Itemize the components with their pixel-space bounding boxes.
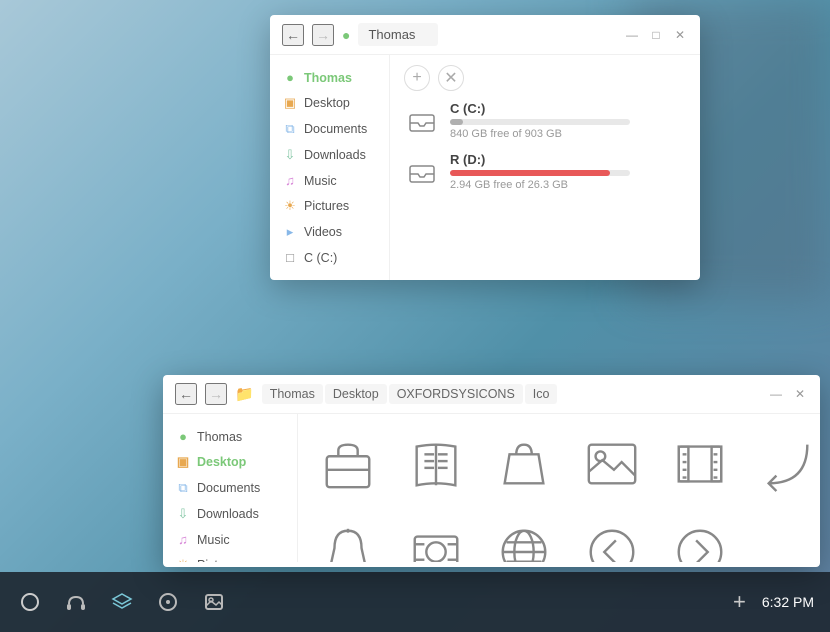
location-icon: ● <box>342 27 350 43</box>
drive-r-name: R (D:) <box>450 152 686 167</box>
window-controls-top: — □ ✕ <box>624 27 688 43</box>
icon-cell-book[interactable] <box>396 424 476 504</box>
documents-icon-b: ⧉ <box>175 480 191 496</box>
videos-icon: ▸ <box>282 224 298 240</box>
file-manager-window-bottom: ← → 📁 Thomas Desktop OXFORDSYSICONS Ico … <box>163 375 820 567</box>
pictures-icon: ☀ <box>282 198 298 214</box>
desktop-icon-b: ▣ <box>175 454 191 470</box>
maximize-control-top[interactable]: □ <box>648 27 664 43</box>
sidebar-item-thomas-top[interactable]: ● Thomas <box>270 65 389 90</box>
icon-cell-landscape[interactable] <box>572 424 652 504</box>
icon-cell-arrow-curve[interactable] <box>748 424 820 504</box>
drive-r-free: 2.94 GB free of 26.3 GB <box>450 179 686 191</box>
drive-c-free: 840 GB free of 903 GB <box>450 128 686 140</box>
drive-r-bar-bg <box>450 170 630 176</box>
window-controls-bottom: — ✕ <box>768 386 808 402</box>
titlebar-top: ← → ● Thomas — □ ✕ <box>270 15 700 55</box>
sidebar-item-pictures-top[interactable]: ☀ Pictures <box>270 193 389 219</box>
drive-icon: □ <box>282 250 298 265</box>
forward-button-b[interactable]: → <box>205 383 227 405</box>
sidebar-item-desktop-bottom[interactable]: ▣ Desktop <box>163 449 297 475</box>
drive-c-item[interactable]: C (C:) 840 GB free of 903 GB <box>404 101 686 140</box>
close-action-button[interactable]: ✕ <box>438 65 464 91</box>
icon-cell-filmstrip[interactable] <box>660 424 740 504</box>
music-icon: ♫ <box>282 173 298 188</box>
drive-r-info: R (D:) 2.94 GB free of 26.3 GB <box>450 152 686 191</box>
icon-cell-placeholder1 <box>748 512 820 562</box>
sidebar-bottom: ● Thomas ▣ Desktop ⧉ Documents ⇩ Downloa… <box>163 414 298 562</box>
sidebar-item-downloads-bottom[interactable]: ⇩ Downloads <box>163 501 297 527</box>
main-content-top: + ✕ C (C:) 840 GB free of 903 GB <box>390 55 700 280</box>
icon-cell-shopping-bag[interactable] <box>484 424 564 504</box>
taskbar-circle-icon[interactable] <box>16 588 44 616</box>
breadcrumb-thomas[interactable]: Thomas <box>262 384 323 404</box>
breadcrumb-ico[interactable]: Ico <box>525 384 558 404</box>
desktop-icon: ▣ <box>282 95 298 111</box>
sidebar-item-videos-top[interactable]: ▸ Videos <box>270 219 389 245</box>
downloads-icon-b: ⇩ <box>175 506 191 522</box>
taskbar-add-button[interactable]: + <box>733 589 746 615</box>
drive-r-bar-fill <box>450 170 610 176</box>
pictures-icon-b: ☀ <box>175 557 191 562</box>
back-button-b[interactable]: ← <box>175 383 197 405</box>
back-button[interactable]: ← <box>282 24 304 46</box>
taskbar-right: + 6:32 PM <box>733 589 814 615</box>
sidebar-item-documents-top[interactable]: ⧉ Documents <box>270 116 389 142</box>
taskbar-image-icon[interactable] <box>200 588 228 616</box>
sidebar-item-music-bottom[interactable]: ♫ Music <box>163 527 297 552</box>
add-action-button[interactable]: + <box>404 65 430 91</box>
sidebar-top: ● Thomas ▣ Desktop ⧉ Documents ⇩ Downloa… <box>270 55 390 280</box>
icon-cell-bell[interactable] <box>308 512 388 562</box>
inbox-icon-r <box>406 156 438 188</box>
icons-grid <box>308 424 810 562</box>
taskbar-compass-icon[interactable] <box>154 588 182 616</box>
drive-r-icon <box>404 154 440 190</box>
taskbar: + 6:32 PM <box>0 572 830 632</box>
taskbar-icons <box>16 588 733 616</box>
sidebar-item-downloads-top[interactable]: ⇩ Downloads <box>270 142 389 168</box>
close-control-bottom[interactable]: ✕ <box>792 386 808 402</box>
main-actions: + ✕ <box>404 65 686 91</box>
icon-cell-toolbox[interactable] <box>308 424 388 504</box>
drive-r-item[interactable]: R (D:) 2.94 GB free of 26.3 GB <box>404 152 686 191</box>
window-body-top: ● Thomas ▣ Desktop ⧉ Documents ⇩ Downloa… <box>270 55 700 280</box>
location-icon-b: ● <box>175 429 191 444</box>
sidebar-item-drive-top[interactable]: □ C (C:) <box>270 245 389 270</box>
icon-cell-currency[interactable] <box>396 512 476 562</box>
breadcrumb-desktop[interactable]: Desktop <box>325 384 387 404</box>
music-icon-b: ♫ <box>175 532 191 547</box>
drive-c-info: C (C:) 840 GB free of 903 GB <box>450 101 686 140</box>
sidebar-item-music-top[interactable]: ♫ Music <box>270 168 389 193</box>
downloads-icon: ⇩ <box>282 147 298 163</box>
icon-cell-arrow-left[interactable] <box>572 512 652 562</box>
drive-c-name: C (C:) <box>450 101 686 116</box>
taskbar-layers-icon[interactable] <box>108 588 136 616</box>
minimize-control-bottom[interactable]: — <box>768 386 784 402</box>
drive-c-icon <box>404 103 440 139</box>
folder-icon-b: 📁 <box>235 385 254 403</box>
main-content-bottom <box>298 414 820 562</box>
close-control-top[interactable]: ✕ <box>672 27 688 43</box>
window-body-bottom: ● Thomas ▣ Desktop ⧉ Documents ⇩ Downloa… <box>163 414 820 562</box>
documents-icon: ⧉ <box>282 121 298 137</box>
file-manager-window-top: ← → ● Thomas — □ ✕ ● Thomas ▣ Desktop ⧉ … <box>270 15 700 280</box>
drive-c-bar-bg <box>450 119 630 125</box>
forward-button[interactable]: → <box>312 24 334 46</box>
icon-cell-globe[interactable] <box>484 512 564 562</box>
taskbar-clock: 6:32 PM <box>762 594 814 610</box>
minimize-control-top[interactable]: — <box>624 27 640 43</box>
breadcrumb-oxfordsysicons[interactable]: OXFORDSYSICONS <box>389 384 523 404</box>
location-icon-sidebar: ● <box>282 70 298 85</box>
taskbar-headphones-icon[interactable] <box>62 588 90 616</box>
sidebar-item-thomas-bottom[interactable]: ● Thomas <box>163 424 297 449</box>
sidebar-item-documents-bottom[interactable]: ⧉ Documents <box>163 475 297 501</box>
sidebar-item-desktop-top[interactable]: ▣ Desktop <box>270 90 389 116</box>
icon-cell-arrow-right[interactable] <box>660 512 740 562</box>
titlebar-bottom: ← → 📁 Thomas Desktop OXFORDSYSICONS Ico … <box>163 375 820 414</box>
inbox-icon-c <box>406 105 438 137</box>
address-bar-top[interactable]: Thomas <box>358 23 438 46</box>
breadcrumb-items: Thomas Desktop OXFORDSYSICONS Ico <box>262 384 760 404</box>
drive-c-bar-fill <box>450 119 463 125</box>
sidebar-item-pictures-bottom[interactable]: ☀ Pictures <box>163 552 297 562</box>
